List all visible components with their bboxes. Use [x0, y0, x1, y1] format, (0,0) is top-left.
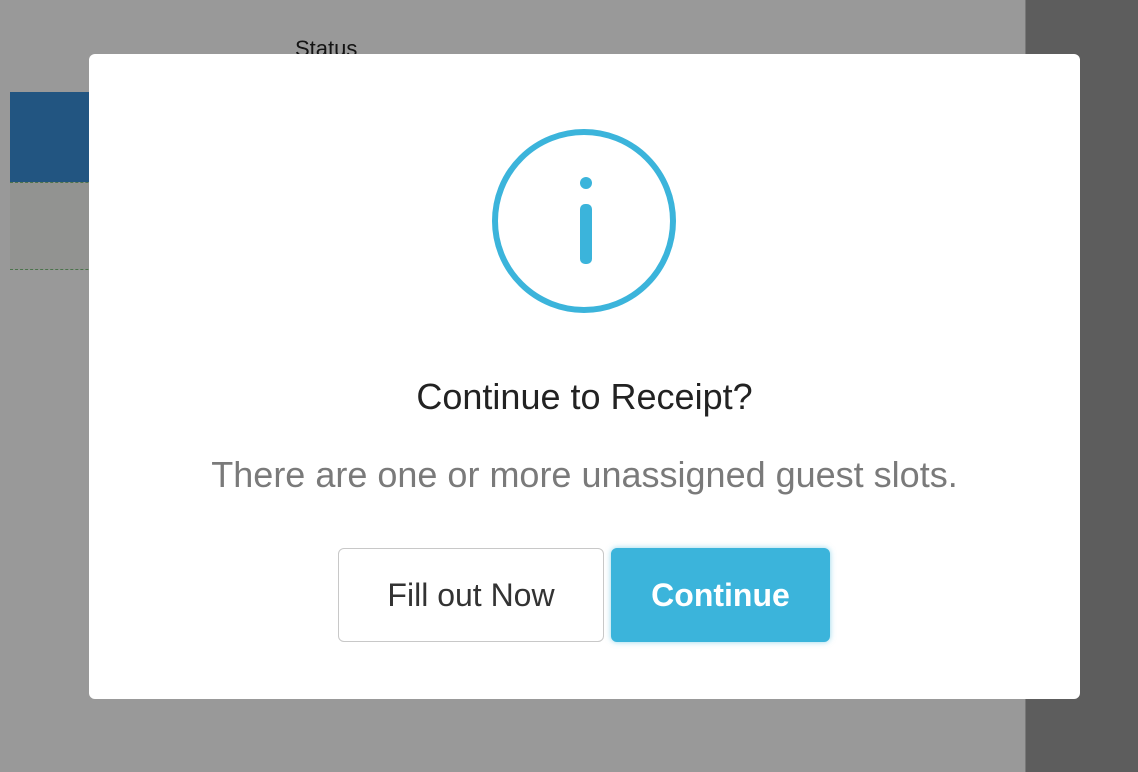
dialog-message: There are one or more unassigned guest s… — [211, 454, 958, 495]
info-icon — [492, 129, 676, 313]
continue-button[interactable]: Continue — [611, 548, 830, 642]
dialog-title: Continue to Receipt? — [416, 376, 753, 417]
confirm-dialog: Continue to Receipt? There are one or mo… — [89, 54, 1080, 699]
fill-out-now-button[interactable]: Fill out Now — [338, 548, 604, 642]
screen: Status Continue to Receipt? There are on… — [0, 0, 1138, 772]
dialog-buttons: Fill out Now Continue — [338, 548, 838, 644]
